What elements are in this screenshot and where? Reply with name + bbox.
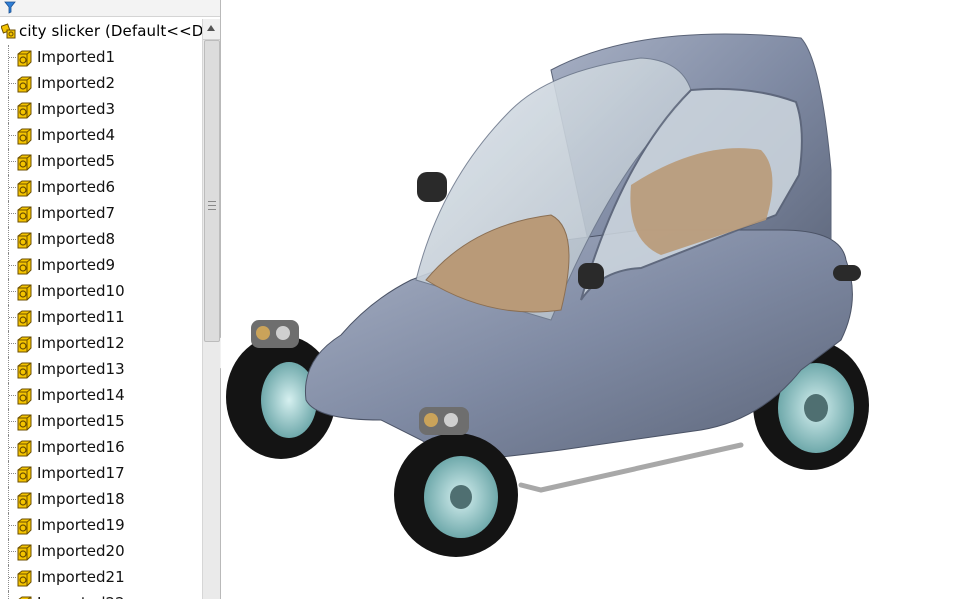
part-icon: [17, 440, 32, 457]
tree-root-assembly[interactable]: city slicker (Default<<De: [0, 19, 203, 45]
tree-item-part[interactable]: Imported6: [0, 175, 203, 201]
tree-item-label: Imported6: [37, 178, 116, 196]
part-icon: [17, 258, 32, 275]
arrow-up-icon: [207, 25, 215, 31]
tree-item-label: Imported22: [37, 594, 125, 599]
scroll-thumb[interactable]: [204, 40, 220, 342]
tree-item-part[interactable]: Imported21: [0, 565, 203, 591]
part-icon: [17, 50, 32, 67]
tree-item-label: Imported18: [37, 490, 125, 508]
tree-item-part[interactable]: Imported17: [0, 461, 203, 487]
tree-item-part[interactable]: Imported15: [0, 409, 203, 435]
tree-item-label: Imported12: [37, 334, 125, 352]
tree-item-part[interactable]: Imported4: [0, 123, 203, 149]
feature-tree-list: Imported1 Imported2 Imported3 Imported4 Impo…: [0, 45, 203, 599]
tree-item-label: Imported17: [37, 464, 125, 482]
tree-item-part[interactable]: Imported8: [0, 227, 203, 253]
tree-item-label: Imported5: [37, 152, 116, 170]
tree-item-part[interactable]: Imported16: [0, 435, 203, 461]
wheel-front-right: [394, 433, 518, 557]
part-icon: [17, 180, 32, 197]
part-icon: [17, 102, 32, 119]
part-icon: [17, 206, 32, 223]
tree-item-part[interactable]: Imported12: [0, 331, 203, 357]
tree-item-label: Imported3: [37, 100, 116, 118]
part-icon: [17, 284, 32, 301]
tree-root-label: city slicker (Default<<De: [19, 22, 203, 40]
tree-item-part[interactable]: Imported14: [0, 383, 203, 409]
feature-manager-panel: city slicker (Default<<De Imported1 Impor…: [0, 0, 221, 599]
tree-item-label: Imported13: [37, 360, 125, 378]
tree-item-label: Imported4: [37, 126, 116, 144]
tree-scrollbar[interactable]: [202, 19, 220, 599]
tree-item-label: Imported9: [37, 256, 116, 274]
part-icon: [17, 544, 32, 561]
part-icon: [17, 492, 32, 509]
part-icon: [17, 128, 32, 145]
tree-item-label: Imported14: [37, 386, 125, 404]
3d-car-model[interactable]: [221, 0, 971, 599]
tree-item-part[interactable]: Imported10: [0, 279, 203, 305]
part-icon: [17, 336, 32, 353]
part-icon: [17, 466, 32, 483]
side-mirror-right: [578, 263, 604, 289]
tree-item-label: Imported1: [37, 48, 116, 66]
tree-item-label: Imported8: [37, 230, 116, 248]
tree-item-part[interactable]: Imported2: [0, 71, 203, 97]
tree-item-part[interactable]: Imported9: [0, 253, 203, 279]
scroll-up-button[interactable]: [203, 19, 220, 40]
tree-item-part[interactable]: Imported5: [0, 149, 203, 175]
part-icon: [17, 518, 32, 535]
tree-item-part[interactable]: Imported22: [0, 591, 203, 599]
part-icon: [17, 232, 32, 249]
tree-item-label: Imported16: [37, 438, 125, 456]
part-icon: [17, 76, 32, 93]
tree-item-part[interactable]: Imported18: [0, 487, 203, 513]
part-icon: [17, 362, 32, 379]
part-icon: [17, 310, 32, 327]
rear-light: [833, 265, 861, 281]
assembly-icon: [1, 23, 16, 39]
filter-funnel-icon[interactable]: [4, 1, 16, 14]
tree-item-label: Imported19: [37, 516, 125, 534]
headlight-right: [419, 407, 469, 435]
tree-item-part[interactable]: Imported11: [0, 305, 203, 331]
tree-item-part[interactable]: Imported7: [0, 201, 203, 227]
tree-item-label: Imported11: [37, 308, 125, 326]
side-mirror-left: [417, 172, 447, 202]
part-icon: [17, 388, 32, 405]
part-icon: [17, 570, 32, 587]
side-step-bar: [518, 442, 744, 493]
tree-item-label: Imported2: [37, 74, 116, 92]
tree-item-label: Imported10: [37, 282, 125, 300]
tree-item-part[interactable]: Imported20: [0, 539, 203, 565]
tree-item-part[interactable]: Imported13: [0, 357, 203, 383]
tree-item-label: Imported21: [37, 568, 125, 586]
tree-item-part[interactable]: Imported3: [0, 97, 203, 123]
filter-bar: [0, 0, 220, 17]
tree-item-part[interactable]: Imported19: [0, 513, 203, 539]
headlight-left: [251, 320, 299, 348]
tree-item-part[interactable]: Imported1: [0, 45, 203, 71]
part-icon: [17, 414, 32, 431]
part-icon: [17, 154, 32, 171]
tree-item-label: Imported7: [37, 204, 116, 222]
tree-item-label: Imported15: [37, 412, 125, 430]
graphics-viewport[interactable]: [221, 0, 971, 599]
tree-item-label: Imported20: [37, 542, 125, 560]
